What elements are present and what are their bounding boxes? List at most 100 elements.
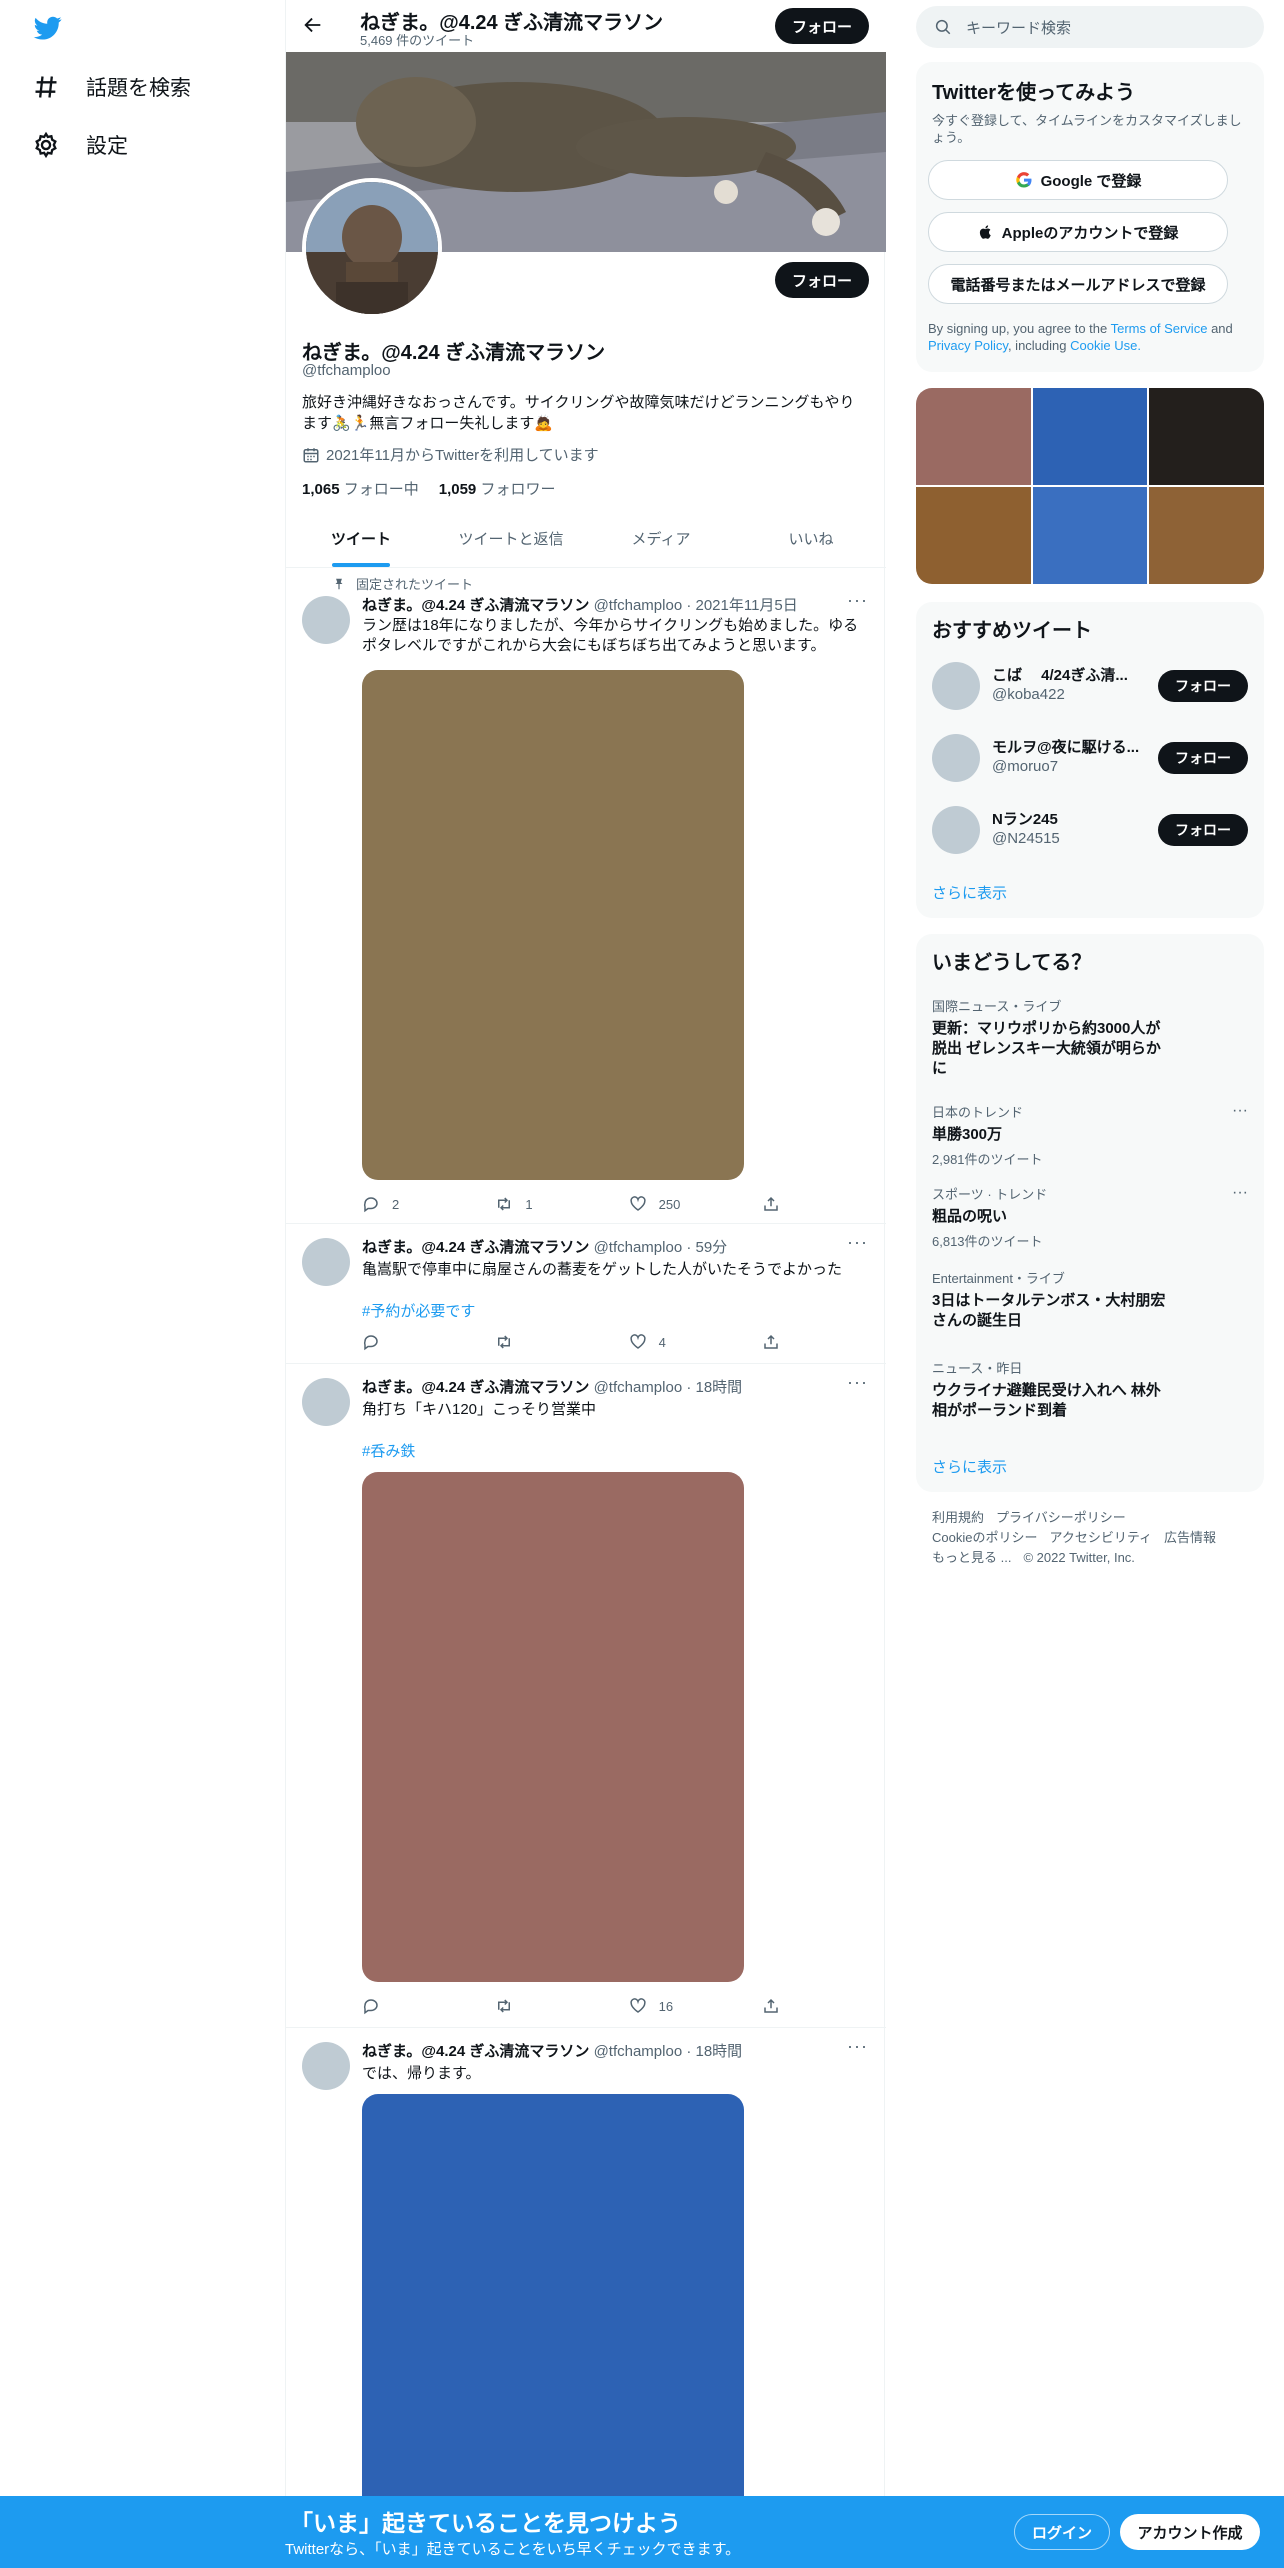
media-thumb[interactable]	[916, 388, 1031, 485]
profile-name: ねぎま。@4.24 ぎふ清流マラソン	[302, 342, 606, 364]
avatar[interactable]	[302, 2042, 350, 2090]
search-box[interactable]: キーワード検索	[916, 6, 1264, 48]
follow-button[interactable]: フォロー	[1158, 742, 1248, 774]
reply-icon	[363, 1999, 378, 2015]
reply-button[interactable]	[362, 1996, 462, 2016]
avatar[interactable]	[932, 662, 980, 710]
tab-tweets[interactable]: ツイート	[286, 510, 436, 567]
footer-ads[interactable]: 広告情報	[1164, 1530, 1216, 1545]
avatar[interactable]	[302, 1378, 350, 1426]
share-button[interactable]	[762, 1332, 782, 1352]
footer-cookie[interactable]: Cookieのポリシー	[932, 1530, 1037, 1545]
share-button[interactable]	[762, 1996, 782, 2016]
bottom-bar-subtext: Twitterなら、「いま」起きていることをいち早くチェックできます。	[285, 2541, 741, 2558]
cookie-link[interactable]: Cookie Use.	[1070, 338, 1141, 353]
login-button[interactable]: ログイン	[1014, 2514, 1110, 2550]
footer-privacy[interactable]: プライバシーポリシー	[996, 1510, 1126, 1525]
tweet-media[interactable]	[362, 670, 744, 1180]
footer-terms[interactable]: 利用規約	[932, 1510, 984, 1525]
avatar[interactable]	[932, 806, 980, 854]
trend-item[interactable]: ニュース・昨日 ウクライナ避難民受け入れへ 林外相がポーランド到着	[932, 1358, 1248, 1421]
signup-card: Twitterを使ってみよう 今すぐ登録して、タイムラインをカスタマイズしましょ…	[916, 62, 1264, 372]
following-label: フォロー中	[343, 481, 419, 498]
tab-media[interactable]: メディア	[586, 510, 736, 567]
tweet-text: ラン歴は18年になりましたが、今年からサイクリングも始めました。ゆるポタレベルで…	[362, 617, 859, 654]
media-thumb[interactable]	[1032, 388, 1148, 485]
recommended-user[interactable]: こば 4/24ぎふ清... @koba422 フォロー	[932, 660, 1248, 712]
media-thumb[interactable]	[1032, 487, 1148, 584]
nav-explore[interactable]: 話題を検索	[32, 72, 191, 102]
nav-settings[interactable]: 設定	[32, 130, 128, 160]
trend-item[interactable]: 国際ニュース・ライブ 更新：マリウポリから約3000人が脱出 ゼレンスキー大統領…	[932, 996, 1248, 1079]
follow-button[interactable]: フォロー	[1158, 814, 1248, 846]
tweet-hashtag[interactable]: #呑み鉄	[362, 1440, 415, 1461]
tab-tweets-replies[interactable]: ツイートと返信	[436, 510, 586, 567]
more-options-icon[interactable]: ···	[1232, 1102, 1248, 1120]
trend-title: 更新：マリウポリから約3000人が脱出 ゼレンスキー大統領が明らかに	[932, 1020, 1161, 1077]
share-button[interactable]	[762, 1194, 782, 1214]
more-options-icon[interactable]: ···	[847, 590, 868, 611]
apple-signup-button[interactable]: Appleのアカウントで登録	[928, 212, 1228, 252]
trend-context: 国際ニュース・ライブ	[932, 999, 1062, 1014]
tweet-author[interactable]: ねぎま。@4.24 ぎふ清流マラソン	[362, 597, 589, 614]
more-options-icon[interactable]: ···	[847, 1232, 868, 1253]
tweet[interactable]: ねぎま。@4.24 ぎふ清流マラソン @tfchamploo · 59分 ···…	[286, 1224, 886, 1364]
terms-link[interactable]: Terms of Service	[1111, 321, 1208, 336]
like-button[interactable]: 16	[629, 1996, 729, 2016]
profile-header-bar: ねぎま。@4.24 ぎふ清流マラソン 5,469 件のツイート フォロー	[286, 0, 886, 52]
twitter-logo[interactable]	[32, 14, 64, 42]
tweet-hashtag[interactable]: #予約が必要です	[362, 1300, 475, 1321]
trends-show-more[interactable]: さらに表示	[932, 1456, 1007, 1477]
profile-follow-stats: 1,065 フォロー中 1,059 フォロワー	[302, 478, 555, 499]
more-options-icon[interactable]: ···	[847, 2036, 868, 2057]
avatar[interactable]	[302, 596, 350, 644]
back-button[interactable]	[302, 14, 326, 38]
reply-button[interactable]: 2	[362, 1194, 462, 1214]
tweet[interactable]: ねぎま。@4.24 ぎふ清流マラソン @tfchamploo · 18時間 ··…	[286, 2028, 886, 2568]
tweet-actions: 4	[362, 1332, 782, 1352]
tweet-author[interactable]: ねぎま。@4.24 ぎふ清流マラソン	[362, 1379, 589, 1396]
more-options-icon[interactable]: ···	[847, 1372, 868, 1393]
recommended-user[interactable]: Nラン245 @N24515 フォロー	[932, 804, 1248, 856]
like-button[interactable]: 4	[629, 1332, 729, 1352]
following-link[interactable]: 1,065 フォロー中	[302, 478, 419, 499]
google-signup-button[interactable]: Google で登録	[928, 160, 1228, 200]
tweet[interactable]: ねぎま。@4.24 ぎふ清流マラソン @tfchamploo · 18時間 ··…	[286, 1364, 886, 2028]
retweet-button[interactable]: 1	[495, 1194, 595, 1214]
heart-icon	[630, 1998, 646, 2013]
recommended-user[interactable]: モルヲ@夜に駆ける... @moruo7 フォロー	[932, 732, 1248, 784]
media-thumb[interactable]	[1149, 487, 1264, 584]
trend-item[interactable]: 日本のトレンド 単勝300万 2,981件のツイート ···	[932, 1102, 1248, 1168]
tweet-media[interactable]	[362, 1472, 744, 1982]
more-options-icon[interactable]: ···	[1232, 1184, 1248, 1202]
tab-likes[interactable]: いいね	[736, 510, 886, 567]
profile-follow-button[interactable]: フォロー	[775, 262, 869, 298]
media-thumb[interactable]	[1149, 388, 1264, 485]
retweet-button[interactable]	[495, 1332, 595, 1352]
profile-avatar[interactable]	[302, 178, 442, 318]
privacy-link[interactable]: Privacy Policy	[928, 338, 1008, 353]
media-thumb[interactable]	[916, 487, 1031, 584]
trend-item[interactable]: Entertainment・ライブ 3日はトータルテンボス・大村朋宏さんの誕生日	[932, 1268, 1248, 1331]
follow-button[interactable]: フォロー	[1158, 670, 1248, 702]
tweet-meta: @tfchamploo · 2021年11月5日	[593, 597, 798, 614]
header-follow-button[interactable]: フォロー	[775, 8, 869, 44]
footer-accessibility[interactable]: アクセシビリティ	[1049, 1530, 1152, 1545]
recommended-show-more[interactable]: さらに表示	[932, 882, 1007, 903]
tweet-author[interactable]: ねぎま。@4.24 ぎふ清流マラソン	[362, 2043, 589, 2060]
create-account-button[interactable]: アカウント作成	[1120, 2514, 1260, 2550]
reply-button[interactable]	[362, 1332, 462, 1352]
avatar[interactable]	[302, 1238, 350, 1286]
avatar[interactable]	[932, 734, 980, 782]
retweet-button[interactable]	[495, 1996, 595, 2016]
tweet-author[interactable]: ねぎま。@4.24 ぎふ清流マラソン	[362, 1239, 589, 1256]
trends-card: いまどうしてる？ 国際ニュース・ライブ 更新：マリウポリから約3000人が脱出 …	[916, 934, 1264, 1492]
footer-copyright: © 2022 Twitter, Inc.	[1023, 1550, 1135, 1565]
phone-email-signup-button[interactable]: 電話番号またはメールアドレスで登録	[928, 264, 1228, 304]
footer-more[interactable]: もっと見る ...	[932, 1550, 1011, 1565]
profile-tabs: ツイート ツイートと返信 メディア いいね	[286, 510, 886, 568]
followers-link[interactable]: 1,059 フォロワー	[439, 478, 556, 499]
trend-item[interactable]: スポーツ · トレンド 粗品の呪い 6,813件のツイート ···	[932, 1184, 1248, 1250]
like-button[interactable]: 250	[629, 1194, 729, 1214]
tweet[interactable]: 固定されたツイート ねぎま。@4.24 ぎふ清流マラソン @tfchamploo…	[286, 568, 886, 1224]
